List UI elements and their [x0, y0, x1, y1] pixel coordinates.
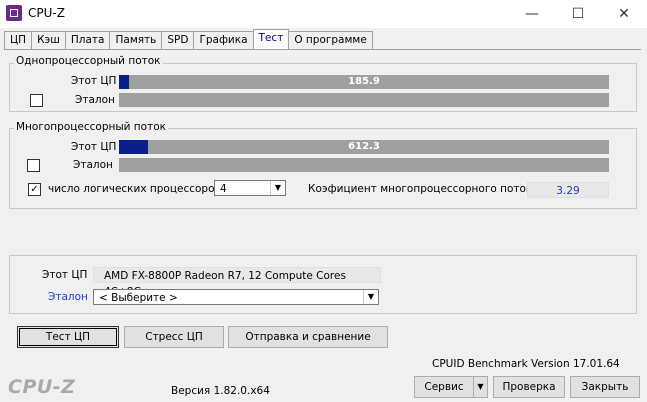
reference-select[interactable]: < Выберите > ▼ [93, 289, 379, 305]
single-reference-label: Эталон [75, 94, 115, 106]
version-label: Версия 1.82.0.x64 [171, 385, 270, 397]
ratio-value: 3.29 [527, 182, 609, 198]
single-reference-bar [119, 93, 609, 107]
info-this-cpu-label: Этот ЦП [42, 269, 88, 281]
stress-cpu-button[interactable]: Стресс ЦП [124, 326, 224, 348]
single-thread-group-label: Однопроцессорный поток [14, 55, 163, 67]
multi-reference-label: Эталон [73, 159, 113, 171]
tab-memory[interactable]: Память [109, 31, 163, 50]
tools-dropdown-icon[interactable]: ▼ [473, 376, 488, 398]
threads-select-value: 4 [220, 183, 227, 195]
single-reference-checkbox[interactable] [30, 94, 43, 107]
close-button[interactable]: Закрыть [570, 376, 640, 398]
submit-compare-button[interactable]: Отправка и сравнение [228, 326, 388, 348]
bench-cpu-button[interactable]: Тест ЦП [17, 326, 119, 348]
title-bar: CPU-Z — ☐ ✕ [0, 0, 647, 28]
threads-checkbox[interactable]: ✓ [28, 183, 41, 196]
window-title: CPU-Z [28, 6, 65, 20]
reference-select-value: < Выберите > [99, 292, 178, 304]
multi-this-cpu-label: Этот ЦП [71, 141, 117, 153]
validate-button[interactable]: Проверка [493, 376, 565, 398]
tab-graphics[interactable]: Графика [193, 31, 254, 50]
tab-mainboard[interactable]: Плата [64, 31, 111, 50]
benchmark-version: CPUID Benchmark Version 17.01.64 [432, 358, 620, 370]
close-window-button[interactable]: ✕ [601, 0, 647, 28]
multi-reference-checkbox[interactable] [27, 159, 40, 172]
multi-this-cpu-score: 612.3 [348, 141, 380, 152]
threads-label: число логических процессоров [48, 183, 221, 195]
tab-bench[interactable]: Тест [252, 29, 290, 50]
single-this-cpu-score: 185.9 [348, 76, 380, 87]
cpuz-app-icon [6, 5, 22, 21]
tab-cpu[interactable]: ЦП [4, 31, 33, 50]
cpuz-logo: CPU-Z [8, 376, 76, 398]
multi-this-cpu-bar: 612.3 [119, 140, 609, 154]
tab-bar: ЦП Кэш Плата Память SPD Графика Тест О п… [4, 29, 373, 50]
info-this-cpu-name: AMD FX-8800P Radeon R7, 12 Compute Cores… [93, 267, 381, 298]
bench-panel: Однопроцессорный поток Этот ЦП 185.9 Эта… [4, 49, 641, 395]
tab-about[interactable]: О программе [288, 31, 373, 50]
maximize-button[interactable]: ☐ [555, 0, 601, 28]
tab-caches[interactable]: Кэш [31, 31, 66, 50]
chevron-down-icon[interactable]: ▼ [363, 290, 378, 304]
threads-select[interactable]: 4 ▼ [214, 180, 286, 196]
single-this-cpu-label: Этот ЦП [71, 75, 117, 87]
chevron-down-icon[interactable]: ▼ [270, 181, 285, 195]
minimize-button[interactable]: — [509, 0, 555, 28]
multi-reference-bar [119, 158, 609, 172]
info-reference-link[interactable]: Эталон [48, 291, 88, 303]
single-this-cpu-bar: 185.9 [119, 75, 609, 89]
tools-button[interactable]: Сервис [414, 376, 474, 398]
multi-thread-group-label: Многопроцессорный поток [14, 121, 168, 133]
tab-spd[interactable]: SPD [161, 31, 195, 50]
ratio-label: Коэфициент многопроцессорного потока [308, 183, 539, 195]
